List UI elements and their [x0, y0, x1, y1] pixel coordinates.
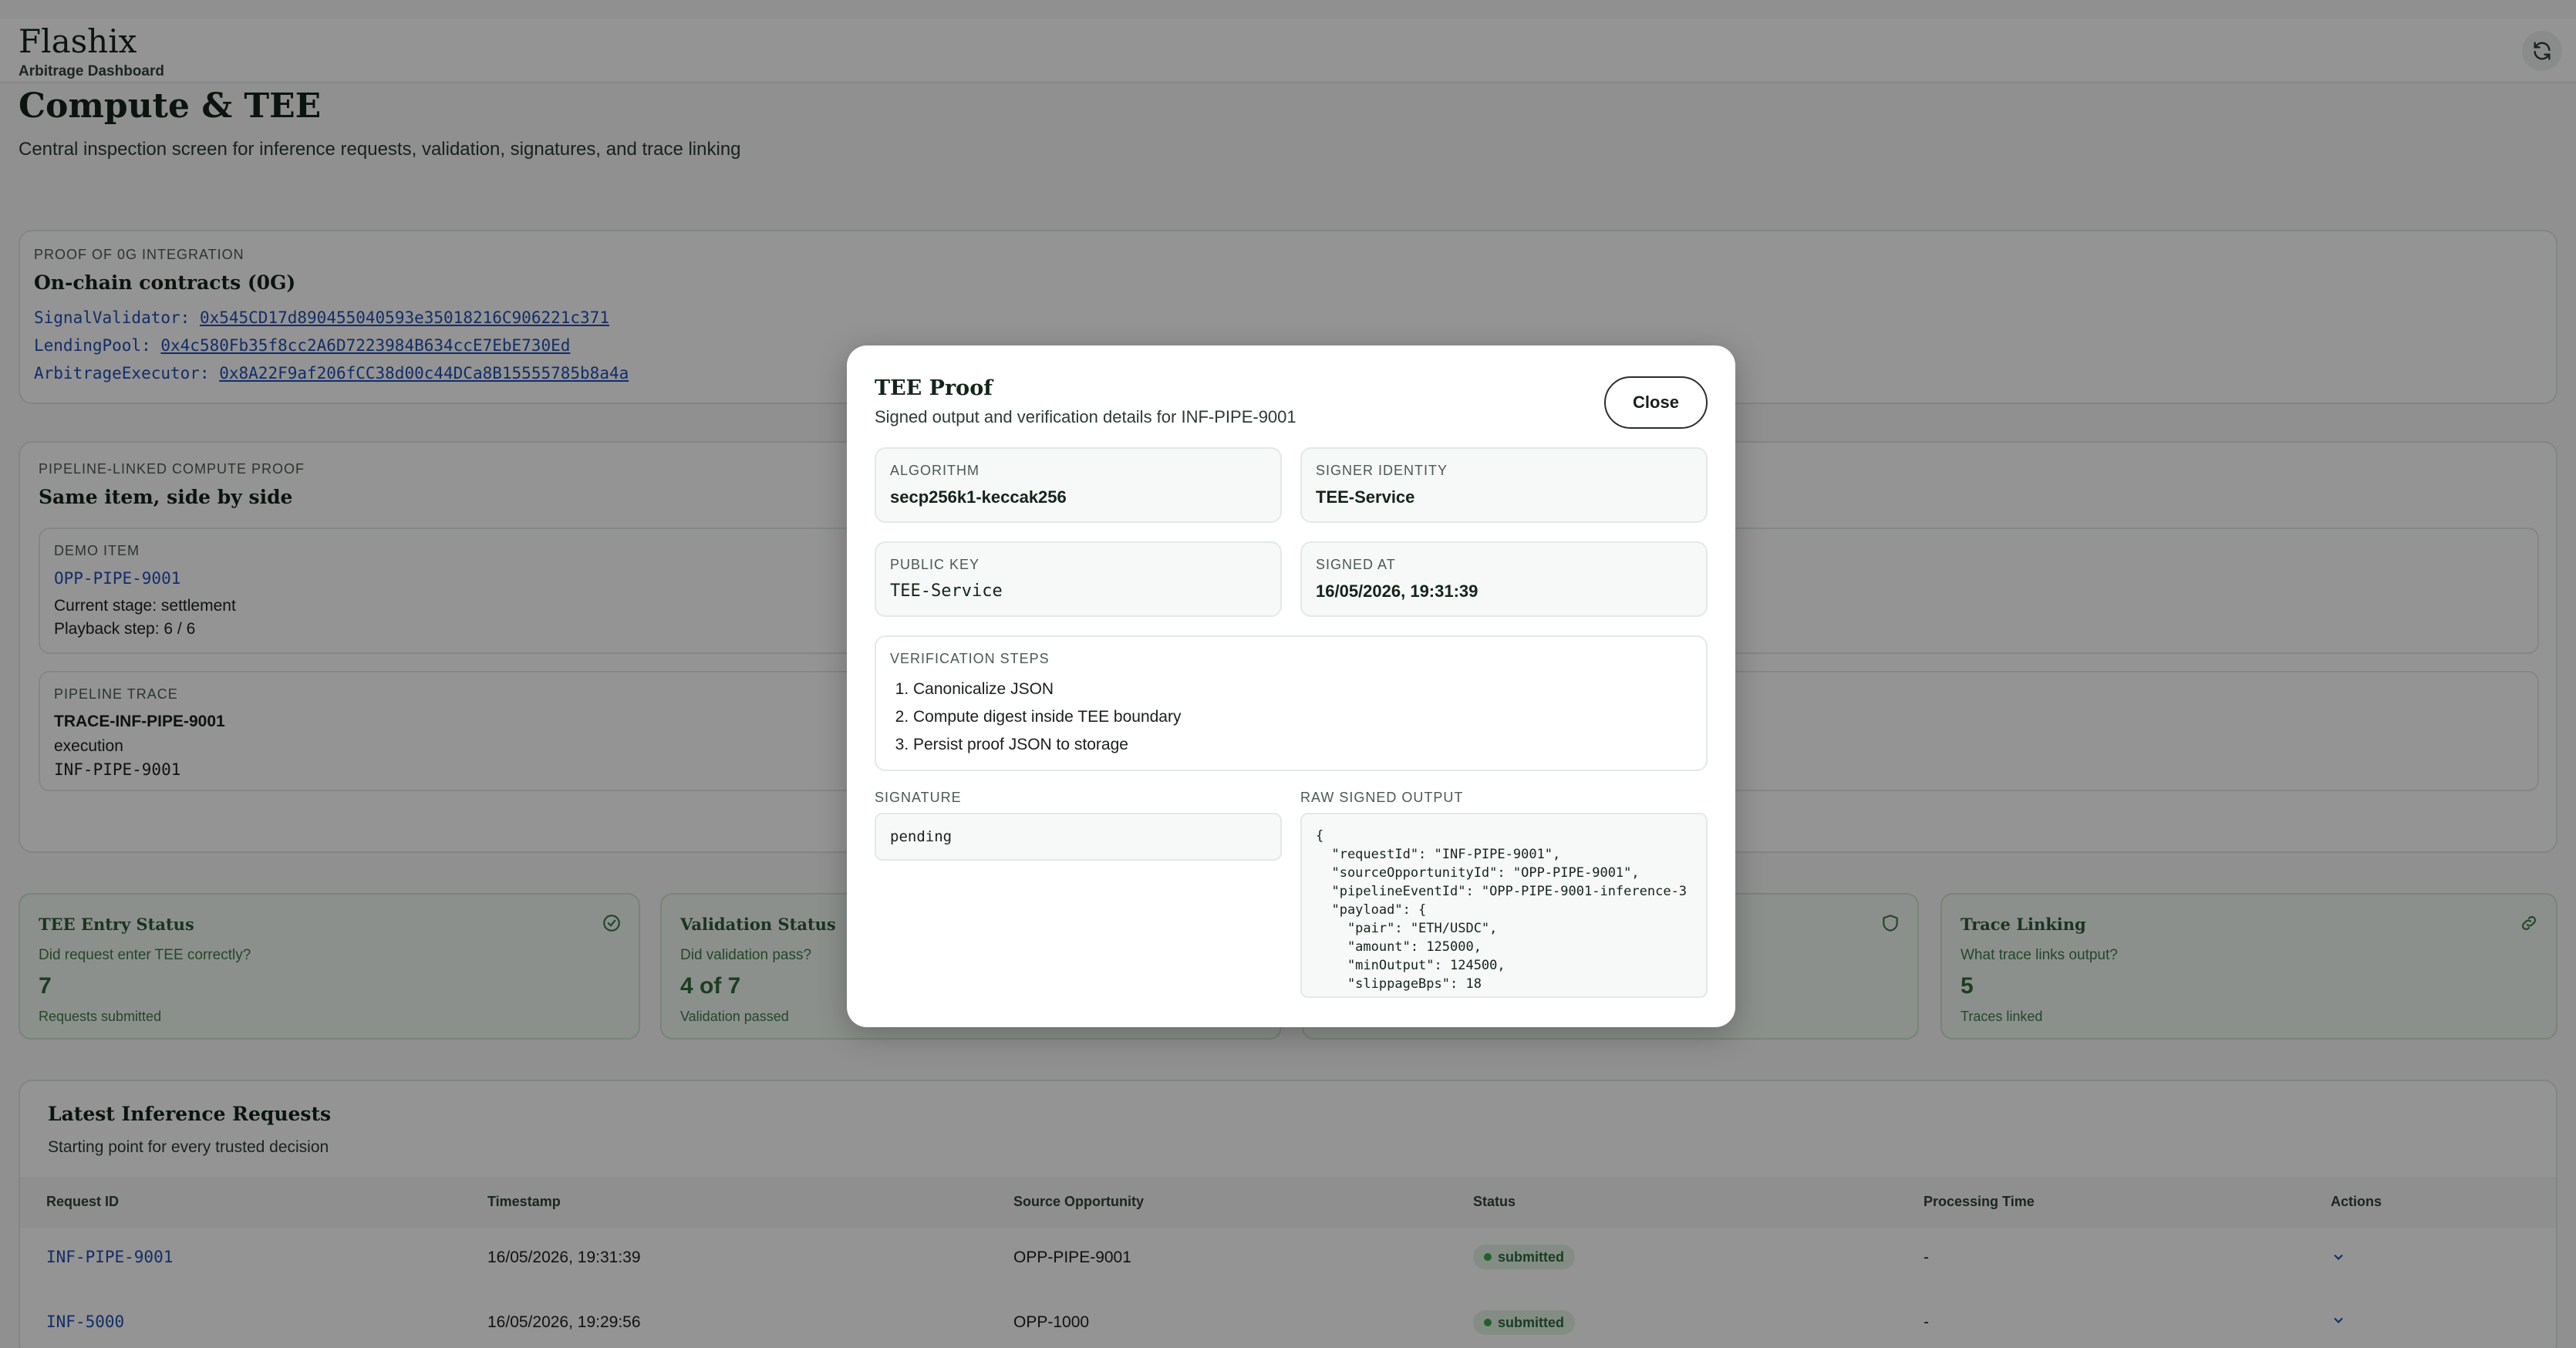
- raw-output-label: RAW SIGNED OUTPUT: [1300, 790, 1464, 805]
- verification-step: Compute digest inside TEE boundary: [913, 703, 1181, 731]
- algorithm-field: ALGORITHM secp256k1-keccak256: [875, 447, 1282, 523]
- verification-steps-list: Canonicalize JSON Compute digest inside …: [913, 676, 1181, 759]
- verification-step: Canonicalize JSON: [913, 676, 1181, 703]
- signature-label: SIGNATURE: [875, 790, 962, 805]
- raw-output-box[interactable]: { "requestId": "INF-PIPE-9001", "sourceO…: [1300, 813, 1708, 998]
- signed-at-label: SIGNED AT: [1316, 557, 1396, 572]
- public-key-value: TEE-Service: [890, 581, 1003, 601]
- algorithm-label: ALGORITHM: [890, 463, 980, 478]
- signer-identity-field: SIGNER IDENTITY TEE-Service: [1300, 447, 1708, 523]
- verification-steps-label: VERIFICATION STEPS: [890, 651, 1050, 666]
- public-key-field: PUBLIC KEY TEE-Service: [875, 541, 1282, 617]
- algorithm-value: secp256k1-keccak256: [890, 487, 1067, 507]
- public-key-label: PUBLIC KEY: [890, 557, 980, 572]
- close-button[interactable]: Close: [1604, 376, 1708, 429]
- raw-output-json: { "requestId": "INF-PIPE-9001", "sourceO…: [1316, 828, 1688, 996]
- modal-subtitle: Signed output and verification details f…: [875, 407, 1296, 426]
- modal-title: TEE Proof: [875, 376, 993, 400]
- signature-value: pending: [875, 813, 1282, 861]
- signed-at-field: SIGNED AT 16/05/2026, 19:31:39: [1300, 541, 1708, 617]
- verification-steps: VERIFICATION STEPS Canonicalize JSON Com…: [875, 635, 1708, 771]
- verification-step: Persist proof JSON to storage: [913, 731, 1181, 759]
- signer-identity-value: TEE-Service: [1316, 487, 1415, 507]
- tee-proof-modal: TEE Proof Signed output and verification…: [847, 345, 1735, 1027]
- signed-at-value: 16/05/2026, 19:31:39: [1316, 581, 1479, 601]
- signer-identity-label: SIGNER IDENTITY: [1316, 463, 1448, 478]
